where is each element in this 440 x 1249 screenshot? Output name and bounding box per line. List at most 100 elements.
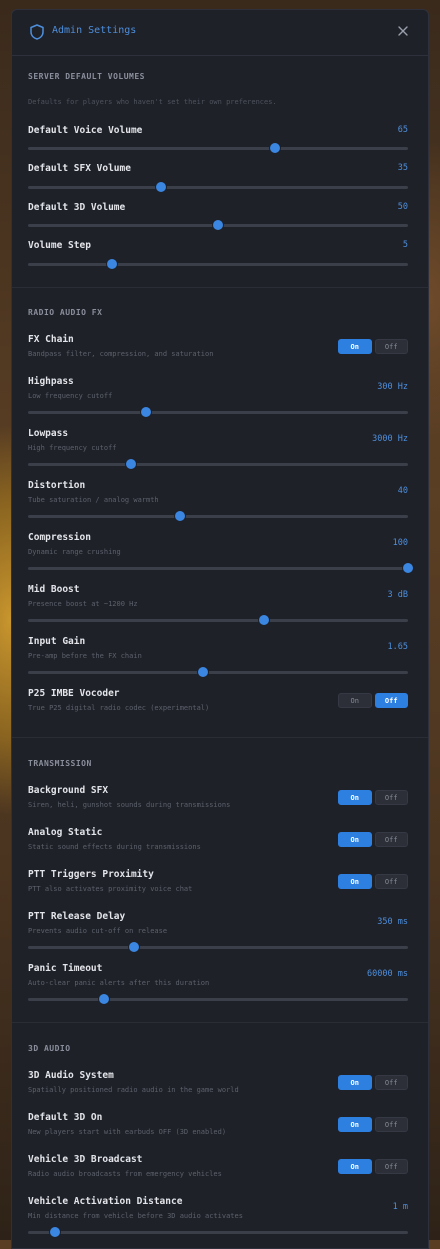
slider-value: 60000 ms: [367, 969, 408, 979]
toggle-description: New players start with earbuds OFF (3D e…: [28, 1128, 227, 1136]
slider-value: 3 dB: [387, 590, 408, 600]
slider-value: 3000 Hz: [372, 434, 408, 444]
slider-value: 100: [392, 538, 408, 548]
slider-thumb[interactable]: [196, 666, 209, 678]
slider-label: Default 3D Volume: [28, 202, 126, 213]
slider-panic-timeout[interactable]: [28, 993, 408, 1005]
toggle-on-button[interactable]: On: [338, 693, 372, 708]
section-divider: [12, 287, 428, 288]
slider-default-sfx-volume[interactable]: [28, 181, 408, 193]
toggle-on-button[interactable]: On: [338, 1075, 372, 1090]
toggle-vehicle-3d-broadcast[interactable]: On Off: [338, 1159, 408, 1174]
slider-mid-boost[interactable]: [28, 614, 408, 626]
toggle-label: Background SFX: [28, 785, 109, 796]
slider-description: Auto-clear panic alerts after this durat…: [28, 979, 210, 987]
section-divider: [12, 737, 428, 738]
toggle-on-button[interactable]: On: [338, 832, 372, 847]
slider-thumb[interactable]: [402, 562, 414, 574]
slider-label: Distortion: [28, 480, 86, 491]
toggle-label: Vehicle 3D Broadcast: [28, 1154, 143, 1165]
toggle-label: Analog Static: [28, 827, 103, 838]
toggle-label: P25 IMBE Vocoder: [28, 688, 120, 699]
slider-thumb[interactable]: [48, 1226, 61, 1238]
toggle-on-button[interactable]: On: [338, 1159, 372, 1174]
slider-label: Panic Timeout: [28, 963, 103, 974]
slider-label: Default Voice Volume: [28, 125, 143, 136]
slider-thumb[interactable]: [124, 458, 137, 470]
toggle-off-button[interactable]: Off: [374, 832, 408, 847]
toggle-off-button[interactable]: Off: [374, 790, 408, 805]
slider-vehicle-activation-distance[interactable]: [28, 1226, 408, 1238]
slider-compression[interactable]: [28, 562, 414, 574]
toggle-fx-chain[interactable]: On Off: [338, 339, 408, 354]
slider-value: 35: [397, 163, 408, 173]
slider-value: 1 m: [392, 1202, 408, 1212]
slider-value: 5: [402, 240, 408, 250]
toggle-off-button[interactable]: Off: [374, 1117, 408, 1132]
slider-volume-step[interactable]: [28, 258, 408, 270]
slider-description: Prevents audio cut-off on release: [28, 927, 168, 935]
toggle-off-button[interactable]: Off: [374, 1075, 408, 1090]
toggle-off-button[interactable]: Off: [374, 339, 408, 354]
toggle-background-sfx[interactable]: On Off: [338, 790, 408, 805]
close-icon[interactable]: [396, 24, 410, 38]
slider-thumb[interactable]: [212, 219, 224, 231]
toggle-off-button[interactable]: Off: [374, 874, 408, 889]
toggle-p25-vocoder[interactable]: On Off: [338, 693, 408, 708]
slider-thumb[interactable]: [139, 406, 152, 418]
toggle-description: PTT also activates proximity voice chat: [28, 885, 193, 893]
toggle-default-3d-on[interactable]: On Off: [338, 1117, 408, 1132]
toggle-off-button[interactable]: Off: [374, 1159, 408, 1174]
toggle-description: Bandpass filter, compression, and satura…: [28, 350, 214, 358]
panel-title: Admin Settings: [52, 25, 137, 36]
toggle-ptt-proximity[interactable]: On Off: [338, 874, 408, 889]
section-title-server-volumes: SERVER DEFAULT VOLUMES: [28, 72, 145, 81]
slider-lowpass[interactable]: [28, 458, 408, 470]
slider-ptt-release-delay[interactable]: [28, 941, 408, 953]
toggle-description: Static sound effects during transmission…: [28, 843, 201, 851]
slider-label: Lowpass: [28, 428, 69, 439]
slider-default-voice-volume[interactable]: [28, 142, 408, 154]
admin-settings-panel: Admin Settings SERVER DEFAULT VOLUMES De…: [11, 9, 429, 1249]
slider-value: 350 ms: [377, 917, 408, 927]
toggle-on-button[interactable]: On: [338, 339, 372, 354]
shield-icon: [30, 24, 44, 40]
slider-label: Volume Step: [28, 240, 91, 251]
slider-thumb[interactable]: [105, 258, 118, 270]
slider-default-3d-volume[interactable]: [28, 219, 408, 231]
slider-description: Low frequency cutoff: [28, 392, 113, 400]
toggle-off-button[interactable]: Off: [374, 693, 408, 708]
slider-thumb[interactable]: [257, 614, 270, 626]
toggle-on-button[interactable]: On: [338, 1117, 372, 1132]
slider-highpass[interactable]: [28, 406, 408, 418]
slider-thumb[interactable]: [174, 510, 186, 522]
slider-label: Highpass: [28, 376, 74, 387]
slider-description: Presence boost at ~1200 Hz: [28, 600, 138, 608]
slider-thumb[interactable]: [98, 993, 110, 1005]
slider-input-gain[interactable]: [28, 666, 408, 678]
slider-description: High frequency cutoff: [28, 444, 117, 452]
slider-description: Dynamic range crushing: [28, 548, 121, 556]
toggle-description: Siren, heli, gunshot sounds during trans…: [28, 801, 231, 809]
toggle-analog-static[interactable]: On Off: [338, 832, 408, 847]
slider-value: 1.65: [387, 642, 408, 652]
slider-label: Input Gain: [28, 636, 86, 647]
slider-thumb[interactable]: [155, 181, 167, 193]
toggle-description: Spatially positioned radio audio in the …: [28, 1086, 239, 1094]
slider-thumb[interactable]: [269, 142, 281, 154]
slider-distortion[interactable]: [28, 510, 408, 522]
section-description: Defaults for players who haven't set the…: [28, 98, 277, 106]
toggle-label: 3D Audio System: [28, 1070, 114, 1081]
toggle-on-button[interactable]: On: [338, 790, 372, 805]
toggle-description: True P25 digital radio codec (experiment…: [28, 704, 210, 712]
slider-value: 65: [397, 125, 408, 135]
section-title-transmission: TRANSMISSION: [28, 759, 92, 768]
slider-label: Mid Boost: [28, 584, 80, 595]
slider-label: Compression: [28, 532, 91, 543]
slider-description: Pre-amp before the FX chain: [28, 652, 142, 660]
slider-thumb[interactable]: [128, 941, 141, 953]
toggle-3d-audio-system[interactable]: On Off: [338, 1075, 408, 1090]
slider-description: Min distance from vehicle before 3D audi…: [28, 1212, 243, 1220]
panel-header: Admin Settings: [12, 10, 428, 56]
toggle-on-button[interactable]: On: [338, 874, 372, 889]
